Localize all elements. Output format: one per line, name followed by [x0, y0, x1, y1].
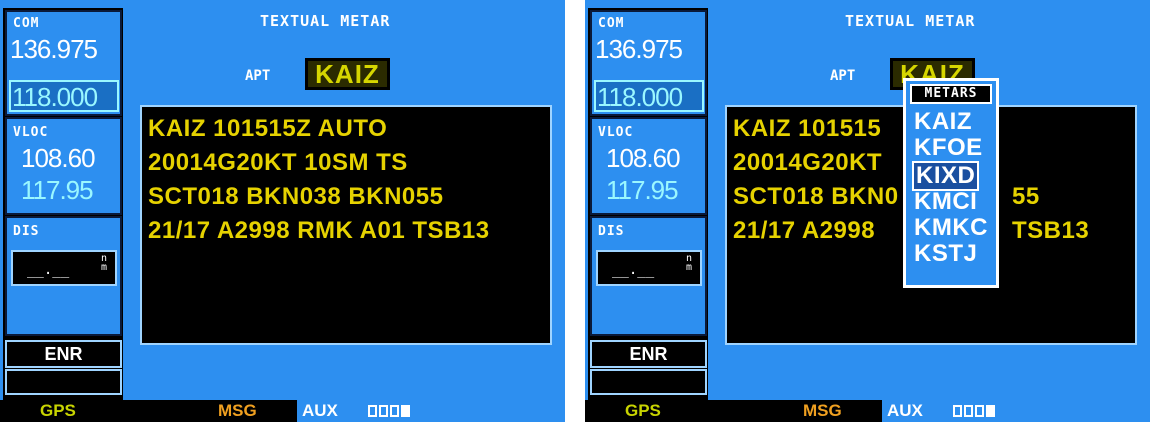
com-window[interactable]: COM 136.975 118.000: [5, 10, 122, 116]
vloc-standby-freq: 117.95: [606, 175, 679, 205]
metar-line: SCT018 BKN038 BKN055: [148, 183, 444, 210]
com-label: COM: [598, 16, 625, 31]
metar-line: KAIZ 101515Z AUTO: [148, 115, 388, 142]
gps-softkey[interactable]: GPS: [40, 400, 76, 422]
dis-unit: nm: [100, 253, 107, 273]
dis-unit: nm: [685, 253, 692, 273]
metar-text-box: KAIZ 101515Z AUTO 20014G20KT 10SM TS SCT…: [140, 105, 552, 345]
com-active-freq: 136.975: [10, 34, 98, 64]
gps-softkey[interactable]: GPS: [625, 400, 661, 422]
page-dot: [964, 405, 973, 417]
page-title: TEXTUAL METAR: [260, 12, 391, 30]
vloc-label: VLOC: [13, 125, 49, 140]
dis-label: DIS: [13, 224, 40, 239]
mode-box: ENR: [590, 340, 707, 368]
vloc-standby-freq: 117.95: [21, 175, 94, 205]
gps-screen-1: COM 136.975 118.000 VLOC 108.60 117.95 D…: [0, 0, 565, 422]
mode-box: ENR: [5, 340, 122, 368]
popup-item-kstj[interactable]: KSTJ: [914, 241, 977, 267]
metars-popup[interactable]: METARS KAIZ KFOE KIXD KMCI KMKC KSTJ: [903, 78, 999, 288]
page-dot-active: [986, 405, 995, 417]
apt-label: APT: [245, 68, 271, 84]
page-dot: [975, 405, 984, 417]
popup-header: METARS: [910, 84, 992, 104]
dis-field: __.__ nm: [11, 250, 117, 286]
page-dot: [379, 405, 388, 417]
popup-item-kixd-selected[interactable]: KIXD: [912, 161, 980, 191]
com-standby-box[interactable]: 118.000: [9, 80, 119, 112]
msg-softkey[interactable]: MSG: [803, 400, 842, 422]
dis-label: DIS: [598, 224, 625, 239]
apt-field[interactable]: KAIZ: [305, 58, 390, 90]
page-dot: [953, 405, 962, 417]
dis-value: __.__: [612, 262, 655, 278]
popup-item-kmkc[interactable]: KMKC: [914, 215, 988, 241]
popup-item-kaiz[interactable]: KAIZ: [914, 109, 972, 135]
dis-window: DIS __.__ nm: [590, 216, 707, 336]
mode-label: ENR: [629, 344, 668, 364]
metar-line-fragment: TSB13: [1012, 217, 1090, 244]
com-standby-freq: 118.000: [12, 82, 98, 112]
com-label: COM: [13, 16, 40, 31]
main-panel: COM 136.975 118.000 VLOC 108.60 117.95 D…: [585, 0, 1150, 400]
metar-line: 20014G20KT: [733, 149, 883, 176]
vloc-active-freq: 108.60: [21, 143, 96, 173]
annunciator-box: [590, 369, 707, 395]
com-standby-box[interactable]: 118.000: [594, 80, 704, 112]
metar-line: SCT018 BKN0: [733, 183, 899, 210]
popup-item-kfoe[interactable]: KFOE: [914, 135, 983, 161]
dis-window: DIS __.__ nm: [5, 216, 122, 336]
mode-label: ENR: [44, 344, 83, 364]
vloc-window[interactable]: VLOC 108.60 117.95: [590, 117, 707, 215]
vloc-active-freq: 108.60: [606, 143, 681, 173]
com-active-freq: 136.975: [595, 34, 683, 64]
metar-line: 20014G20KT 10SM TS: [148, 149, 408, 176]
popup-item-kmci[interactable]: KMCI: [914, 189, 977, 215]
page-dot: [368, 405, 377, 417]
status-bar: GPS MSG AUX: [0, 400, 565, 422]
metar-line: 21/17 A2998: [733, 217, 876, 244]
com-standby-freq: 118.000: [597, 82, 683, 112]
metar-line: 21/17 A2998 RMK A01 TSB13: [148, 217, 490, 244]
aux-label: AUX: [887, 401, 923, 420]
page-indicator: [368, 405, 410, 417]
aux-label: AUX: [302, 401, 338, 420]
metar-line: KAIZ 101515: [733, 115, 882, 142]
status-bar: GPS MSG AUX: [585, 400, 1150, 422]
annunciator-box: [5, 369, 122, 395]
apt-label: APT: [830, 68, 856, 84]
page-dot: [390, 405, 399, 417]
page-dot-active: [401, 405, 410, 417]
metar-line-fragment: 55: [1012, 183, 1040, 210]
com-window[interactable]: COM 136.975 118.000: [590, 10, 707, 116]
main-panel: COM 136.975 118.000 VLOC 108.60 117.95 D…: [0, 0, 565, 400]
page-indicator: [953, 405, 995, 417]
msg-softkey[interactable]: MSG: [218, 400, 257, 422]
vloc-window[interactable]: VLOC 108.60 117.95: [5, 117, 122, 215]
dis-field: __.__ nm: [596, 250, 702, 286]
vloc-label: VLOC: [598, 125, 634, 140]
page-title: TEXTUAL METAR: [845, 12, 976, 30]
gps-screen-2: COM 136.975 118.000 VLOC 108.60 117.95 D…: [585, 0, 1150, 422]
dis-value: __.__: [27, 262, 70, 278]
